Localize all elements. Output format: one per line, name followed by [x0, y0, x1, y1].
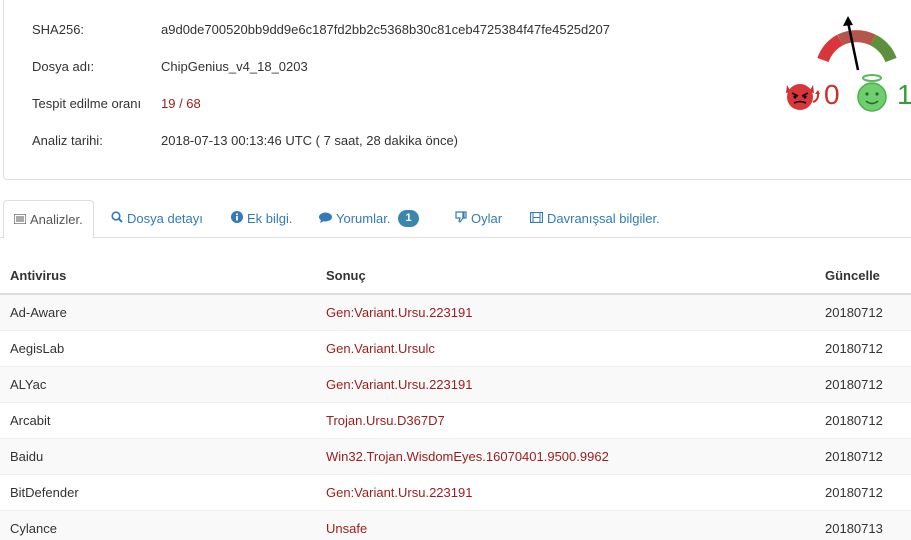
antivirus-name: Cylance — [0, 509, 316, 540]
angel-icon[interactable] — [855, 72, 889, 114]
scan-result: Gen:Variant.Ursu.223191 — [316, 365, 815, 402]
list-icon — [13, 201, 27, 239]
table-header-row: Antivirus Sonuç Güncelle — [0, 257, 911, 295]
antivirus-name: Arcabit — [0, 401, 316, 438]
table-row: Baidu Win32.Trojan.WisdomEyes.16070401.9… — [0, 437, 911, 474]
search-icon — [111, 200, 123, 238]
table-row: Ad-Aware Gen:Variant.Ursu.223191 2018071… — [0, 293, 911, 330]
table-row: BitDefender Gen:Variant.Ursu.223191 2018… — [0, 473, 911, 510]
tab-analyses-label: Analizler. — [30, 212, 83, 227]
scan-result: Unsafe — [316, 509, 815, 540]
file-summary-panel: SHA256: a9d0de700520bb9dd9e6c187fd2bb2c5… — [3, 0, 911, 180]
sha256-label: SHA256: — [32, 22, 85, 37]
table-row: Cylance Unsafe 20180713 — [0, 509, 911, 540]
update-date: 20180712 — [815, 401, 911, 438]
info-icon — [231, 200, 243, 238]
scan-result: Win32.Trojan.WisdomEyes.16070401.9500.99… — [316, 437, 815, 474]
column-header-antivirus[interactable]: Antivirus — [0, 257, 316, 295]
column-header-update[interactable]: Güncelle — [815, 257, 911, 295]
tab-additional-info-label: Ek bilgi. — [247, 211, 293, 226]
tab-votes-label: Oylar — [471, 211, 503, 226]
detection-ratio-label: Tespit edilme oranı — [32, 96, 142, 111]
table-row: ALYac Gen:Variant.Ursu.223191 20180712 — [0, 365, 911, 402]
update-date: 20180712 — [815, 437, 911, 474]
antivirus-name: ALYac — [0, 365, 316, 402]
scan-result: Gen.Variant.Ursulc — [316, 329, 815, 366]
antivirus-name: BitDefender — [0, 473, 316, 510]
file-name-label: Dosya adı: — [32, 59, 95, 74]
result-tabs: Analizler. Dosya detayı Ek bilgi. Yoruml… — [0, 200, 911, 239]
column-header-result[interactable]: Sonuç — [316, 257, 815, 295]
devil-icon[interactable] — [782, 80, 822, 112]
gauge-needle — [846, 21, 860, 71]
scan-result: Gen:Variant.Ursu.223191 — [316, 473, 815, 510]
update-date: 20180712 — [815, 329, 911, 366]
detection-ratio-value: 19 / 68 — [161, 96, 201, 111]
comment-icon — [319, 200, 332, 238]
antivirus-name: Ad-Aware — [0, 293, 316, 330]
scan-result: Trojan.Ursu.D367D7 — [316, 401, 815, 438]
tab-analyses[interactable]: Analizler. — [3, 200, 94, 239]
tab-behaviour-label: Davranışsal bilgiler. — [547, 211, 660, 226]
tab-votes[interactable]: Oylar — [455, 200, 502, 238]
sha256-value[interactable]: a9d0de700520bb9dd9e6c187fd2bb2c5368b30c8… — [161, 20, 610, 40]
update-date: 20180713 — [815, 509, 911, 540]
thumbs-down-icon — [455, 200, 467, 238]
antivirus-name: Baidu — [0, 437, 316, 474]
tab-file-details[interactable]: Dosya detayı — [111, 200, 203, 238]
scan-result: Gen:Variant.Ursu.223191 — [316, 293, 815, 330]
update-date: 20180712 — [815, 293, 911, 330]
film-icon — [529, 200, 544, 238]
tab-comments[interactable]: Yorumlar. 1 — [319, 200, 419, 238]
malicious-vote-count: 0 — [824, 79, 840, 110]
analysis-date-value: 2018-07-13 00:13:46 UTC ( 7 saat, 28 dak… — [161, 133, 459, 148]
analysis-date-label: Analiz tarihi: — [32, 133, 103, 148]
antivirus-results-table: Antivirus Sonuç Güncelle Ad-Aware Gen:Va… — [0, 257, 911, 540]
tab-file-details-label: Dosya detayı — [127, 211, 203, 226]
update-date: 20180712 — [815, 365, 911, 402]
tab-additional-info[interactable]: Ek bilgi. — [231, 200, 293, 238]
table-row: AegisLab Gen.Variant.Ursulc 20180712 — [0, 329, 911, 366]
comments-count-badge: 1 — [398, 210, 419, 228]
file-name-value: ChipGenius_v4_18_0203 — [161, 59, 308, 74]
tab-comments-label: Yorumlar. — [336, 211, 391, 226]
harmless-vote-count: 1 — [897, 79, 911, 110]
antivirus-name: AegisLab — [0, 329, 316, 366]
table-row: Arcabit Trojan.Ursu.D367D7 20180712 — [0, 401, 911, 438]
update-date: 20180712 — [815, 473, 911, 510]
tab-behaviour[interactable]: Davranışsal bilgiler. — [529, 200, 660, 238]
